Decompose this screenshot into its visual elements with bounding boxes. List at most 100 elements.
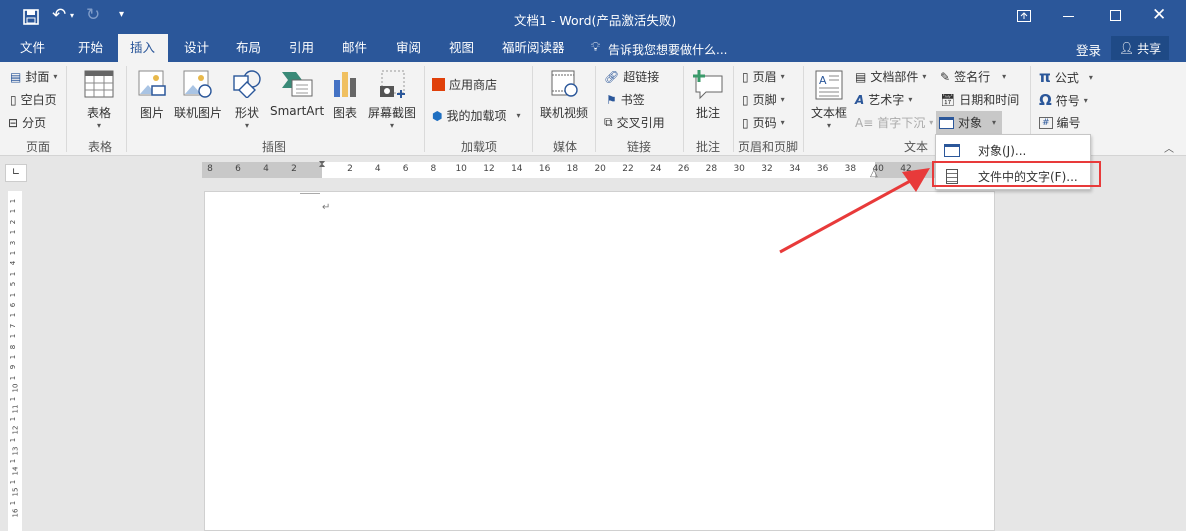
ruler-tick-label: 6	[235, 164, 241, 174]
wordart-button[interactable]: A 艺术字 ▾	[855, 91, 912, 108]
page-number-button[interactable]: ▯ 页码 ▾	[742, 114, 785, 131]
ruler-tick-label: 28	[705, 164, 718, 174]
ruler-tick-label: 1	[9, 209, 18, 214]
ruler-tick-label: 4	[263, 164, 269, 174]
ruler-tick-label: 10	[455, 164, 467, 174]
menu-item-object[interactable]: 对象(J)...	[936, 137, 1090, 163]
indent-marker-icon[interactable]: ⧗	[317, 159, 327, 181]
picture-icon	[138, 70, 166, 96]
date-time-button[interactable]: 📅︎ 日期和时间	[940, 91, 1019, 108]
textbox-button[interactable]: A 文本框 ▾	[811, 70, 847, 130]
ruler-tick-label: 2	[291, 164, 297, 174]
close-button[interactable]: ✕	[1152, 5, 1166, 25]
tab-references[interactable]: 引用	[279, 34, 324, 62]
ruler-tick-label: 20	[594, 164, 606, 174]
divider	[595, 66, 596, 152]
omega-icon: Ω	[1039, 91, 1052, 109]
ruler-tick-label: 10	[11, 383, 20, 393]
ruler-tick-label: 1	[9, 500, 18, 505]
horizontal-ruler[interactable]: 8 6 4 2 2 4 6 8 10 12 14 16 18 20 22 24 26 28 30 32 34 36 38 40…	[202, 159, 940, 181]
ruler-tick-label: 6	[9, 302, 18, 308]
calendar-icon: 📅︎	[940, 92, 956, 107]
tab-layout[interactable]: 布局	[226, 34, 271, 62]
ruler-tick-label: 1	[9, 250, 18, 256]
share-label: 共享	[1137, 41, 1162, 56]
share-button[interactable]: 👤︎ 共享	[1111, 36, 1169, 60]
tab-selector[interactable]: ∟	[5, 164, 27, 182]
ruler-tick-label: 9	[9, 365, 18, 370]
vertical-ruler[interactable]: 1 1 2 1 3 1 4 1 5 1 6 1 7 1 8 1 9 1 10 1 11 1 12 1 13 1 14 1 15 1 16	[8, 191, 22, 531]
ribbon-display-icon[interactable]	[1017, 10, 1031, 22]
group-label-header-footer: 页眉和页脚	[738, 140, 799, 154]
number-icon: #	[1039, 116, 1053, 129]
divider	[683, 66, 684, 152]
cover-page-button[interactable]: ▤ 封面 ▾	[10, 68, 57, 85]
store-button[interactable]: 应用商店	[432, 76, 497, 93]
redo-icon: ↻	[86, 5, 101, 25]
bookmark-button[interactable]: ⚑ 书签	[606, 91, 645, 108]
divider	[532, 66, 533, 152]
shapes-button[interactable]: 形状 ▾	[232, 70, 262, 130]
chart-icon	[334, 72, 356, 97]
tab-review[interactable]: 审阅	[386, 34, 431, 62]
collapse-ribbon-icon[interactable]: ︿	[1164, 140, 1174, 155]
tab-home[interactable]: 开始	[68, 34, 113, 62]
comment-button[interactable]: 批注	[692, 70, 724, 121]
ruler-tick-label: 4	[9, 261, 18, 266]
table-button[interactable]: 表格 ▾	[84, 70, 114, 130]
my-addins-button[interactable]: ⬢ 我的加载项 ▾	[432, 107, 521, 124]
online-video-button[interactable]: 联机视频	[540, 70, 588, 121]
header-icon: ▯	[742, 69, 749, 84]
undo-icon[interactable]: ↶	[52, 5, 66, 25]
object-button[interactable]: 对象 ▾	[936, 111, 1002, 134]
signature-line-button[interactable]: ✎ 签名行 ▾	[940, 68, 1006, 85]
tab-mailings[interactable]: 邮件	[332, 34, 377, 62]
symbol-button[interactable]: Ω 符号 ▾	[1039, 91, 1088, 109]
ribbon-tabs: 文件 开始 插入 设计 布局 引用 邮件 审阅 视图 福昕阅读器 💡︎ 告诉我您…	[0, 34, 1186, 62]
qat-customize-icon[interactable]: ▾	[119, 9, 124, 20]
paragraph-mark-icon: ↵	[322, 202, 331, 213]
online-pictures-button[interactable]: 联机图片	[174, 70, 222, 121]
group-label-page: 页面	[26, 140, 51, 154]
pictures-button[interactable]: 图片	[138, 70, 166, 121]
drop-cap-icon: A≡	[855, 115, 874, 130]
chart-button[interactable]: 图表	[332, 70, 358, 121]
smartart-button[interactable]: SmartArt	[270, 70, 324, 118]
screenshot-button[interactable]: 屏幕截图 ▾	[368, 70, 416, 130]
addins-icon: ⬢	[432, 108, 443, 123]
number-button[interactable]: # 编号	[1039, 114, 1081, 131]
equation-button[interactable]: π 公式 ▾	[1039, 68, 1093, 86]
undo-dropdown-icon[interactable]: ▾	[70, 11, 74, 20]
hyperlink-button[interactable]: 🔗︎ 超链接	[604, 68, 659, 85]
signin-link[interactable]: 登录	[1076, 40, 1101, 59]
group-label-media: 媒体	[553, 140, 578, 154]
ruler-tick-label: 8	[207, 164, 213, 174]
header-button[interactable]: ▯ 页眉 ▾	[742, 68, 785, 85]
drop-cap-button: A≡ 首字下沉 ▾	[855, 115, 934, 131]
ruler-tick-label: 13	[11, 446, 20, 456]
cross-reference-button[interactable]: ⧉ 交叉引用	[604, 114, 665, 131]
wordart-icon: A	[855, 92, 865, 107]
footer-button[interactable]: ▯ 页脚 ▾	[742, 91, 785, 108]
blank-page-button[interactable]: ▯ 空白页	[10, 91, 57, 108]
tell-me-input[interactable]: 告诉我您想要做什么...	[608, 41, 727, 58]
ruler-tick-label: 1	[9, 229, 18, 235]
document-page[interactable]: ↵	[204, 191, 995, 531]
right-indent-marker-icon[interactable]: △	[870, 168, 878, 179]
tab-view[interactable]: 视图	[439, 34, 484, 62]
maximize-button[interactable]	[1110, 10, 1121, 21]
cross-reference-icon: ⧉	[604, 115, 613, 129]
tab-file[interactable]: 文件	[10, 34, 55, 62]
tab-insert[interactable]: 插入	[118, 34, 168, 62]
tab-foxit[interactable]: 福昕阅读器	[492, 34, 575, 62]
save-icon[interactable]	[23, 9, 39, 25]
tab-design[interactable]: 设计	[174, 34, 219, 62]
page-break-button[interactable]: ⊟ 分页	[8, 114, 46, 131]
margin-corner	[300, 192, 320, 194]
quick-parts-button[interactable]: ▤ 文档部件 ▾	[855, 68, 926, 85]
ruler-tick-label: 14	[511, 164, 523, 174]
ruler-tick-label: 15	[11, 487, 20, 497]
ruler-tick-label: 4	[374, 164, 381, 174]
minimize-button[interactable]	[1063, 16, 1074, 17]
divider	[126, 66, 127, 152]
